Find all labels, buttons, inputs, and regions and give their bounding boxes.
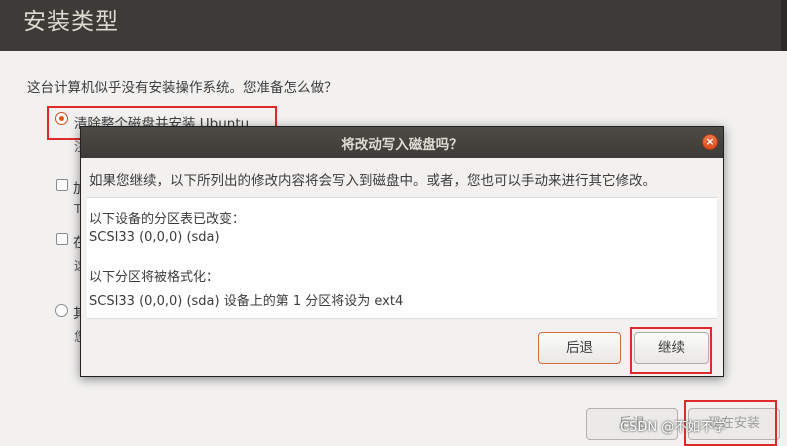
dialog-back-button[interactable]: 后退: [538, 332, 621, 364]
dialog-message: 如果您继续，以下所列出的修改内容将会写入到磁盘中。或者，您也可以手动来进行其它修…: [89, 173, 656, 189]
write-changes-dialog: 将改动写入磁盘吗？ × 如果您继续，以下所列出的修改内容将会写入到磁盘中。或者，…: [80, 126, 724, 377]
partition-table-heading: 以下设备的分区表已改变：: [89, 212, 246, 227]
install-question: 这台计算机似乎没有安装操作系统。您准备怎么做？: [27, 80, 338, 96]
option-other-radio[interactable]: [55, 304, 68, 317]
header-bar: 安装类型: [0, 0, 787, 51]
dialog-titlebar: 将改动写入磁盘吗？ ×: [81, 127, 723, 158]
close-icon[interactable]: ×: [702, 134, 718, 150]
format-detail: SCSI33 (0,0,0) (sda) 设备上的第 1 分区将设为 ext4: [89, 294, 404, 309]
partition-table-device: SCSI33 (0,0,0) (sda): [89, 230, 220, 245]
page-title: 安装类型: [23, 9, 119, 35]
option-encrypt-checkbox[interactable]: [56, 179, 68, 191]
watermark: CSDN @不如不学: [620, 420, 727, 435]
dialog-title: 将改动写入磁盘吗？: [341, 137, 463, 153]
changes-panel: 以下设备的分区表已改变： SCSI33 (0,0,0) (sda) 以下分区将被…: [87, 197, 717, 319]
annotation-box-continue: [630, 327, 712, 374]
format-heading: 以下分区将被格式化：: [89, 270, 220, 285]
header-edge: [781, 0, 787, 51]
option-lvm-checkbox[interactable]: [56, 233, 68, 245]
